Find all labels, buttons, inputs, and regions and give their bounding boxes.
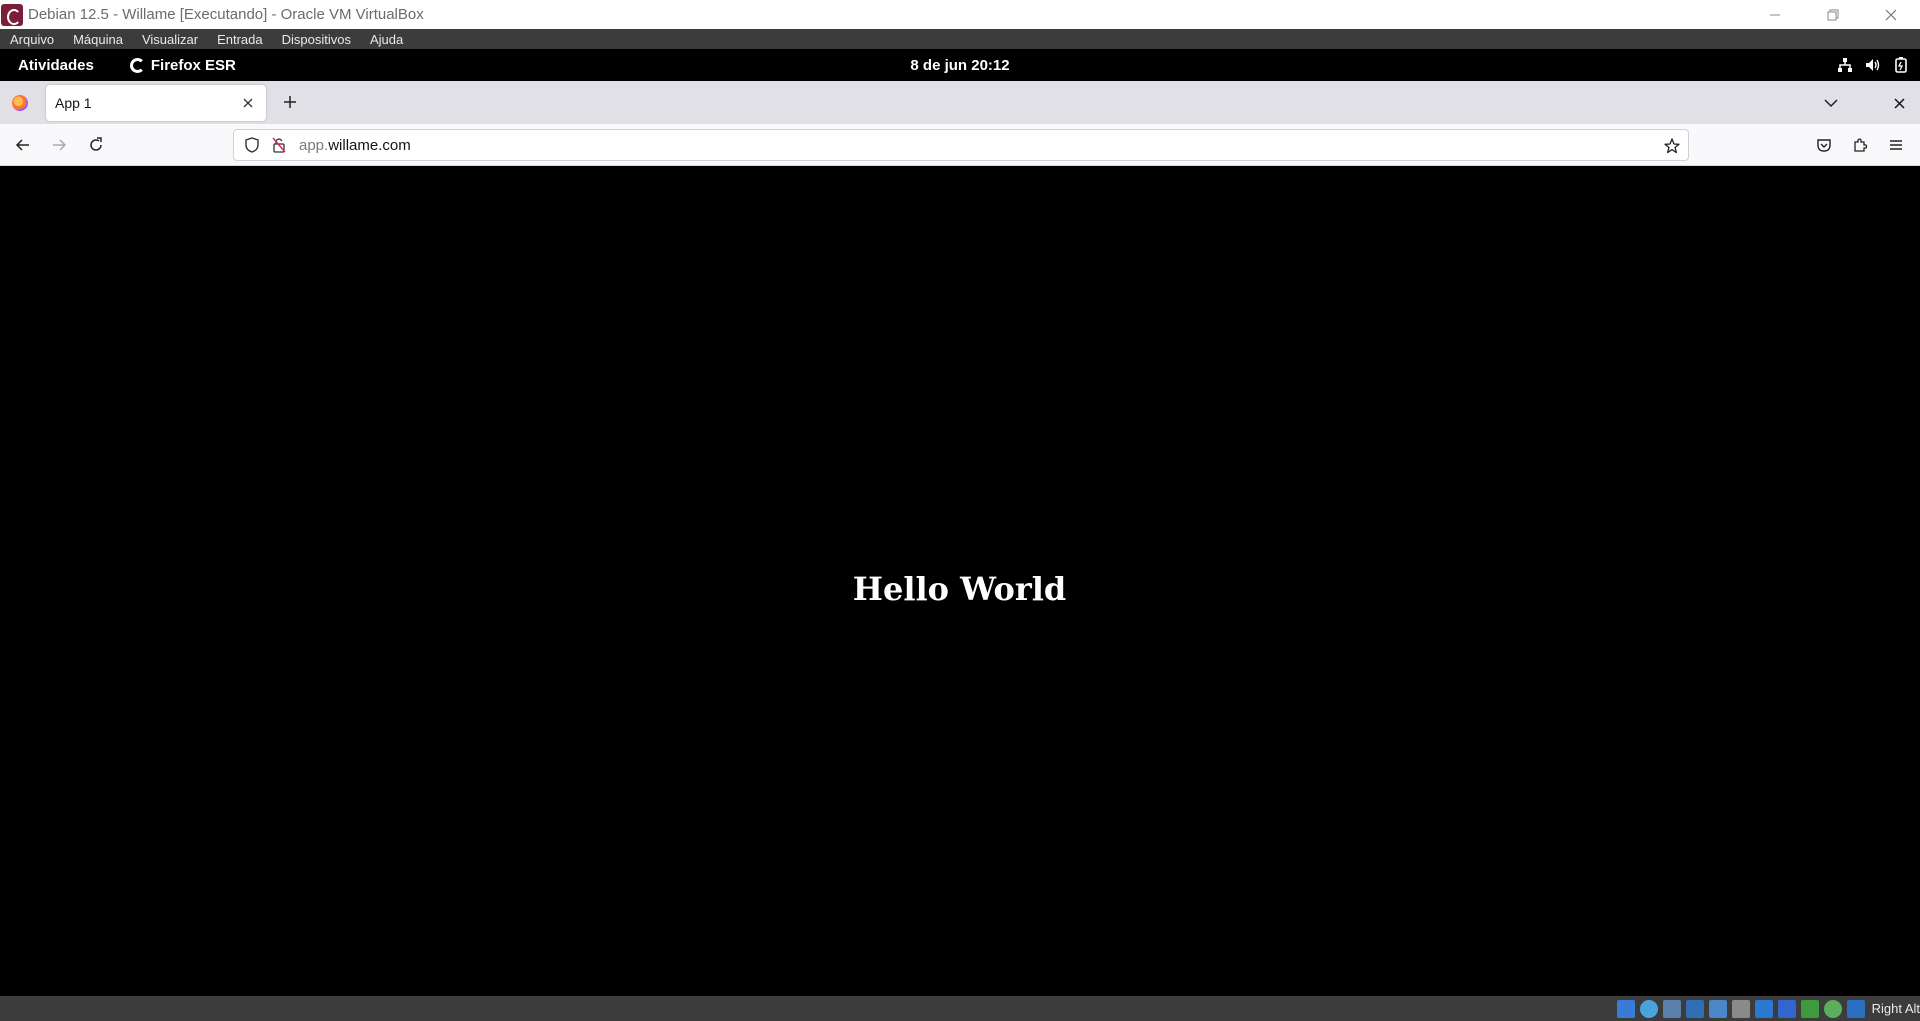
url-subdomain: app. (299, 136, 329, 154)
reload-icon (90, 137, 102, 151)
optical-drive-icon[interactable] (1639, 999, 1658, 1018)
bookmark-star-button[interactable] (1662, 136, 1682, 156)
back-button[interactable] (11, 133, 35, 157)
firefox-app-icon (129, 57, 145, 73)
menu-maquina[interactable]: Máquina (73, 32, 123, 47)
app-menu-button[interactable]: Firefox ESR (129, 56, 236, 74)
tab-strip: App 1 (0, 81, 1920, 124)
minimize-icon (1770, 14, 1780, 15)
vbox-menubar: Arquivo Máquina Visualizar Entrada Dispo… (0, 29, 1920, 49)
restore-icon (1827, 9, 1839, 20)
plus-icon (284, 96, 296, 108)
forward-button[interactable] (47, 133, 71, 157)
tab-app-1[interactable]: App 1 (46, 85, 266, 121)
close-icon (1893, 97, 1905, 109)
vbox-status-bar: Right Alt (0, 996, 1920, 1021)
tracking-protection-shield-icon[interactable] (244, 137, 260, 153)
recording-icon[interactable] (1777, 999, 1796, 1018)
arrow-right-icon (53, 139, 67, 151)
clock[interactable]: 8 de jun 20:12 (0, 57, 1920, 74)
new-tab-button[interactable] (279, 91, 301, 113)
vrde-icon[interactable] (1800, 999, 1819, 1018)
menu-visualizar[interactable]: Visualizar (142, 32, 198, 47)
system-tray[interactable] (1826, 49, 1910, 81)
tab-title: App 1 (55, 95, 92, 111)
menu-dispositivos[interactable]: Dispositivos (282, 32, 351, 47)
list-all-tabs-button[interactable] (1820, 92, 1842, 114)
close-icon (243, 98, 253, 108)
window-controls (1746, 0, 1920, 29)
reload-button[interactable] (84, 133, 108, 157)
page-content: Hello World (0, 167, 1920, 996)
firefox-view-icon[interactable] (12, 94, 28, 111)
star-icon (1664, 138, 1680, 154)
shared-folders-icon[interactable] (1731, 999, 1750, 1018)
virtualbox-vm-icon[interactable] (1, 3, 23, 26)
hard-disk-icon[interactable] (1616, 999, 1635, 1018)
pocket-button[interactable] (1812, 133, 1836, 157)
battery-icon[interactable] (1892, 56, 1910, 74)
url-bar[interactable]: app.willame.com (233, 129, 1689, 161)
network-icon[interactable] (1836, 56, 1854, 74)
window-title: Debian 12.5 - Willame [Executando] - Ora… (28, 6, 424, 23)
mouse-integration-icon[interactable] (1846, 999, 1865, 1018)
menu-entrada[interactable]: Entrada (217, 32, 263, 47)
volume-icon[interactable] (1864, 56, 1882, 74)
gnome-top-bar: Atividades Firefox ESR 8 de jun 20:12 (0, 49, 1920, 81)
page-heading: Hello World (852, 570, 1067, 608)
network-icon[interactable] (1685, 999, 1704, 1018)
usb-icon[interactable] (1708, 999, 1727, 1018)
puzzle-icon (1854, 138, 1868, 152)
menu-arquivo[interactable]: Arquivo (10, 32, 54, 47)
extensions-button[interactable] (1848, 133, 1872, 157)
minimize-button[interactable] (1746, 0, 1804, 29)
pocket-icon (1817, 139, 1831, 152)
close-window-button[interactable] (1862, 0, 1920, 29)
host-key-label[interactable]: Right Alt (1872, 1001, 1920, 1016)
close-icon (1885, 9, 1897, 20)
audio-icon[interactable] (1662, 999, 1681, 1018)
vbox-titlebar: Debian 12.5 - Willame [Executando] - Ora… (0, 0, 1920, 29)
close-browser-button[interactable] (1888, 92, 1910, 114)
activities-button[interactable]: Atividades (18, 57, 94, 74)
url-domain: willame.com (328, 136, 411, 154)
app-menu-button[interactable] (1884, 133, 1908, 157)
restore-button[interactable] (1804, 0, 1862, 29)
insecure-lock-icon[interactable] (271, 137, 287, 153)
navigation-toolbar: app.willame.com (0, 124, 1920, 166)
url-text[interactable]: app.willame.com (299, 137, 411, 154)
menu-ajuda[interactable]: Ajuda (370, 32, 403, 47)
tab-close-button[interactable] (238, 93, 258, 113)
app-name: Firefox ESR (150, 56, 236, 74)
arrow-left-icon (15, 139, 29, 151)
hamburger-menu-icon (1890, 140, 1902, 150)
cpu-activity-icon[interactable] (1823, 999, 1842, 1018)
display-icon[interactable] (1754, 999, 1773, 1018)
chevron-down-icon (1824, 99, 1838, 108)
